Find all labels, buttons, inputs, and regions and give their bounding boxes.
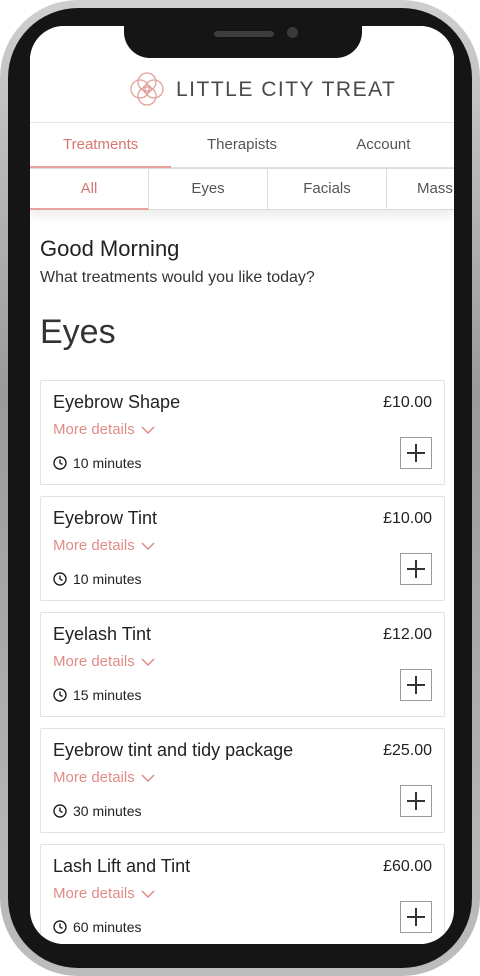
more-details-label: More details (53, 885, 135, 902)
clock-icon (53, 688, 67, 702)
clock-icon (53, 920, 67, 934)
add-treatment-button[interactable] (400, 669, 432, 701)
chevron-down-icon (141, 889, 155, 898)
more-details-link[interactable]: More details (53, 421, 155, 438)
treatment-name: Eyebrow Shape (53, 392, 181, 412)
more-details-link[interactable]: More details (53, 537, 155, 554)
treatment-duration: 10 minutes (53, 571, 141, 587)
plus-icon (407, 560, 425, 578)
section-title: Eyes (40, 313, 116, 351)
treatment-card: Eyebrow tint and tidy package £25.00 Mor… (40, 728, 445, 833)
category-tab-facials[interactable]: Facials (268, 168, 387, 210)
treatment-price: £60.00 (383, 858, 432, 875)
tab-account[interactable]: Account (313, 123, 454, 167)
category-tab-massage[interactable]: Mass (387, 168, 454, 210)
greeting-title: Good Morning (40, 236, 180, 261)
category-tab-eyes[interactable]: Eyes (149, 168, 268, 210)
more-details-label: More details (53, 421, 135, 438)
chevron-down-icon (141, 657, 155, 666)
add-treatment-button[interactable] (400, 785, 432, 817)
more-details-label: More details (53, 653, 135, 670)
plus-icon (407, 792, 425, 810)
main-tabs: Treatments Therapists Account (30, 122, 454, 168)
chevron-down-icon (141, 541, 155, 550)
lotus-logo-icon (130, 72, 164, 106)
plus-icon (407, 676, 425, 694)
treatment-card: Lash Lift and Tint £60.00 More details 6… (40, 844, 445, 944)
clock-icon (53, 456, 67, 470)
clock-icon (53, 572, 67, 586)
duration-label: 30 minutes (73, 803, 142, 819)
phone-notch (124, 24, 362, 58)
brand-name: LITTLE CITY TREAT (176, 78, 397, 101)
category-tabs: All Eyes Facials Mass (30, 168, 454, 210)
category-tab-all[interactable]: All (30, 168, 149, 210)
chevron-down-icon (141, 425, 155, 434)
treatment-name: Lash Lift and Tint (53, 856, 191, 876)
treatment-duration: 60 minutes (53, 919, 141, 935)
treatment-name: Eyebrow Tint (53, 508, 158, 528)
plus-icon (407, 908, 425, 926)
treatment-duration: 30 minutes (53, 803, 141, 819)
clock-icon (53, 804, 67, 818)
front-camera (287, 27, 298, 38)
treatment-card: Eyebrow Shape £10.00 More details 10 min… (40, 380, 445, 485)
add-treatment-button[interactable] (400, 553, 432, 585)
tab-treatments[interactable]: Treatments (30, 123, 172, 168)
treatment-name: Eyelash Tint (53, 624, 152, 644)
duration-label: 10 minutes (73, 455, 142, 471)
add-treatment-button[interactable] (400, 901, 432, 933)
more-details-link[interactable]: More details (53, 769, 155, 786)
treatment-card: Eyebrow Tint £10.00 More details 10 minu… (40, 496, 445, 601)
treatment-duration: 15 minutes (53, 687, 141, 703)
treatment-price: £25.00 (383, 742, 432, 759)
treatment-price: £10.00 (383, 394, 432, 411)
duration-label: 15 minutes (73, 687, 142, 703)
app-screen: LITTLE CITY TREAT Treatments Therapists … (30, 26, 454, 944)
treatment-duration: 10 minutes (53, 455, 141, 471)
treatment-price: £10.00 (383, 510, 432, 527)
tab-therapists[interactable]: Therapists (171, 123, 312, 167)
speaker-grille (214, 31, 274, 37)
plus-icon (407, 444, 425, 462)
treatment-name: Eyebrow tint and tidy package (53, 740, 294, 760)
duration-label: 60 minutes (73, 919, 142, 935)
more-details-link[interactable]: More details (53, 653, 155, 670)
duration-label: 10 minutes (73, 571, 142, 587)
more-details-label: More details (53, 769, 135, 786)
chevron-down-icon (141, 773, 155, 782)
greeting-question: What treatments would you like today? (40, 269, 315, 286)
more-details-link[interactable]: More details (53, 885, 155, 902)
treatment-card: Eyelash Tint £12.00 More details 15 minu… (40, 612, 445, 717)
more-details-label: More details (53, 537, 135, 554)
treatment-price: £12.00 (383, 626, 432, 643)
add-treatment-button[interactable] (400, 437, 432, 469)
